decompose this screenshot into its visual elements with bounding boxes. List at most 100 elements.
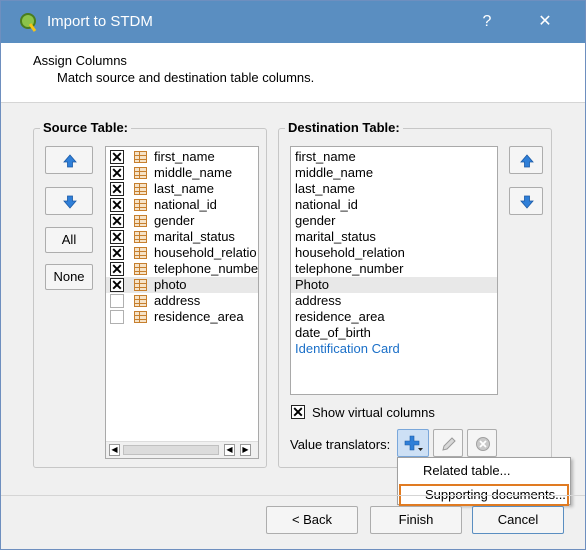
column-checkbox[interactable] <box>110 294 124 308</box>
column-checkbox[interactable]: ✕ <box>110 182 124 196</box>
table-column-icon <box>134 183 147 195</box>
arrow-up-icon <box>63 154 77 168</box>
list-item[interactable]: ✕ photo <box>106 277 258 293</box>
list-item[interactable]: marital_status <box>291 229 497 245</box>
list-item[interactable]: ✕ national_id <box>106 197 258 213</box>
translator-menu: Related table... Supporting documents... <box>397 457 571 506</box>
column-checkbox[interactable]: ✕ <box>110 166 124 180</box>
column-label: residence_area <box>154 309 244 324</box>
column-label: first_name <box>154 149 215 164</box>
add-translator-button[interactable] <box>397 429 429 457</box>
value-translators-label: Value translators: <box>290 437 391 452</box>
scroll-left-end-icon[interactable]: ◀ <box>224 444 235 456</box>
column-checkbox[interactable]: ✕ <box>110 278 124 292</box>
window-title: Import to STDM <box>47 13 153 30</box>
destination-move-up-button[interactable] <box>509 146 543 174</box>
list-item[interactable]: first_name <box>291 149 497 165</box>
menu-item-related-table[interactable]: Related table... <box>399 460 569 482</box>
list-item[interactable]: date_of_birth <box>291 325 497 341</box>
table-column-icon <box>134 295 147 307</box>
list-item[interactable]: last_name <box>291 181 497 197</box>
column-checkbox[interactable]: ✕ <box>110 262 124 276</box>
list-item[interactable]: gender <box>291 213 497 229</box>
column-label: last_name <box>154 181 214 196</box>
help-button[interactable]: ? <box>467 7 507 37</box>
list-item[interactable]: ✕ last_name <box>106 181 258 197</box>
scroll-right-icon[interactable]: ▶ <box>240 444 251 456</box>
table-column-icon <box>134 215 147 227</box>
page-subtitle: Match source and destination table colum… <box>57 70 315 85</box>
list-item[interactable]: address <box>106 293 258 309</box>
column-label: gender <box>154 213 195 228</box>
column-label: photo <box>154 277 187 292</box>
plus-dropdown-icon <box>404 435 423 451</box>
table-column-icon <box>134 263 147 275</box>
list-item[interactable]: national_id <box>291 197 497 213</box>
list-item[interactable]: household_relation <box>291 245 497 261</box>
list-item-virtual[interactable]: Identification Card <box>291 341 497 357</box>
table-column-icon <box>134 311 147 323</box>
source-table-title: Source Table: <box>40 120 132 135</box>
arrow-up-icon <box>520 154 534 168</box>
list-item[interactable]: middle_name <box>291 165 497 181</box>
show-virtual-columns-label: Show virtual columns <box>312 405 435 420</box>
column-checkbox[interactable]: ✕ <box>110 246 124 260</box>
arrow-down-icon <box>63 195 77 209</box>
column-label: household_relatio <box>154 245 257 260</box>
list-item[interactable]: ✕ marital_status <box>106 229 258 245</box>
source-column-list[interactable]: ✕ first_name ✕ middle_name ✕ last_name ✕… <box>105 146 259 459</box>
column-label: address <box>154 293 201 308</box>
list-item[interactable]: ✕ middle_name <box>106 165 258 181</box>
back-button[interactable]: < Back <box>266 506 358 534</box>
pencil-icon <box>442 437 456 451</box>
table-column-icon <box>134 199 147 211</box>
list-item[interactable]: residence_area <box>291 309 497 325</box>
source-move-up-button[interactable] <box>45 146 93 174</box>
column-checkbox[interactable] <box>110 310 124 324</box>
table-column-icon <box>134 231 147 243</box>
column-label: marital_status <box>154 229 235 244</box>
list-item[interactable]: ✕ first_name <box>106 149 258 165</box>
edit-translator-button[interactable] <box>433 429 463 457</box>
column-checkbox[interactable]: ✕ <box>110 150 124 164</box>
table-column-icon <box>134 151 147 163</box>
scroll-left-icon[interactable]: ◀ <box>109 444 120 456</box>
source-move-down-button[interactable] <box>45 187 93 215</box>
import-dialog: Import to STDM ? ✕ Assign Columns Match … <box>0 0 586 550</box>
remove-icon <box>476 437 490 451</box>
list-item[interactable]: ✕ telephone_numbe <box>106 261 258 277</box>
qgis-logo-icon <box>20 13 37 32</box>
list-item[interactable]: telephone_number <box>291 261 497 277</box>
footer-divider <box>1 495 585 496</box>
table-column-icon <box>134 167 147 179</box>
select-all-button[interactable]: All <box>45 227 93 253</box>
list-item[interactable]: Photo <box>291 277 497 293</box>
destination-table-title: Destination Table: <box>285 120 403 135</box>
close-button[interactable]: ✕ <box>525 7 565 37</box>
list-item[interactable]: residence_area <box>106 309 258 325</box>
remove-translator-button[interactable] <box>467 429 497 457</box>
column-label: middle_name <box>154 165 233 180</box>
column-checkbox[interactable]: ✕ <box>110 230 124 244</box>
table-column-icon <box>134 279 147 291</box>
column-label: national_id <box>154 197 217 212</box>
title-bar: Import to STDM ? ✕ <box>1 1 585 43</box>
cancel-button[interactable]: Cancel <box>472 506 564 534</box>
table-column-icon <box>134 247 147 259</box>
horizontal-scrollbar[interactable]: ◀ ◀ ▶ <box>106 441 258 458</box>
list-item[interactable]: address <box>291 293 497 309</box>
column-checkbox[interactable]: ✕ <box>110 214 124 228</box>
destination-column-list[interactable]: first_name middle_name last_name nationa… <box>290 146 498 395</box>
finish-button[interactable]: Finish <box>370 506 462 534</box>
column-label: telephone_numbe <box>154 261 259 276</box>
show-virtual-columns-checkbox[interactable]: ✕ <box>291 405 305 419</box>
column-checkbox[interactable]: ✕ <box>110 198 124 212</box>
list-item[interactable]: ✕ gender <box>106 213 258 229</box>
wizard-header: Assign Columns Match source and destinat… <box>1 43 585 103</box>
scrollbar-thumb[interactable] <box>123 445 219 455</box>
select-none-button[interactable]: None <box>45 264 93 290</box>
list-item[interactable]: ✕ household_relatio <box>106 245 258 261</box>
arrow-down-icon <box>520 195 534 209</box>
destination-move-down-button[interactable] <box>509 187 543 215</box>
page-title: Assign Columns <box>33 53 127 68</box>
